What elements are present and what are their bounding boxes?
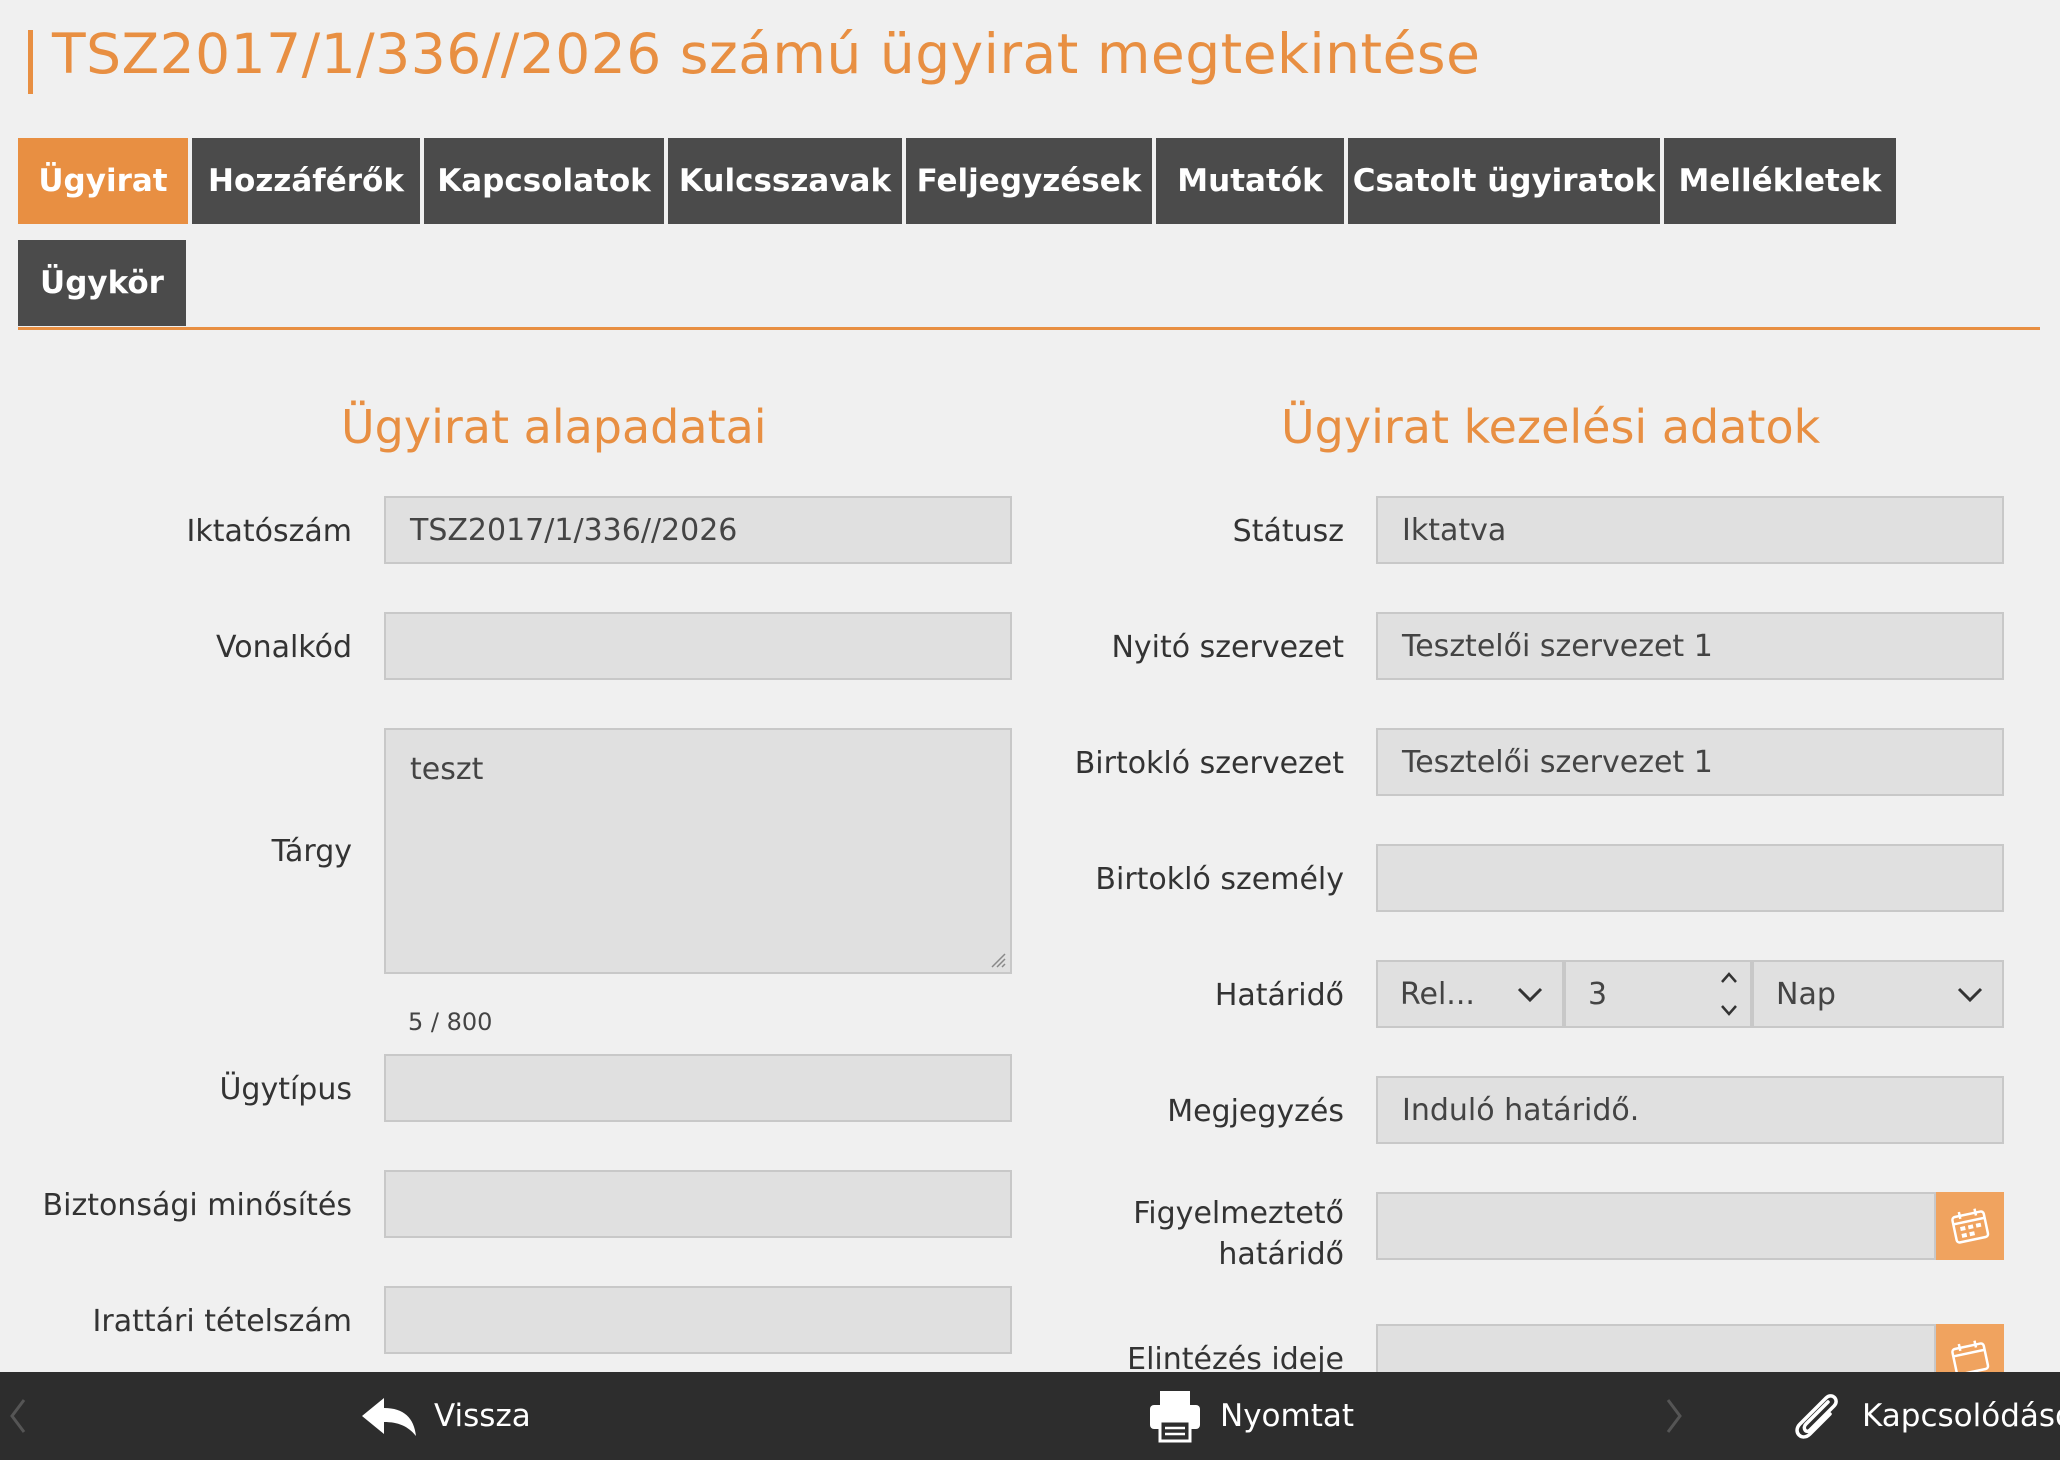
label-hatarido: Határidő bbox=[1214, 978, 1344, 1013]
megjegyzes-field[interactable]: Induló határidő. bbox=[1376, 1076, 2004, 1144]
figyelmezteto-hatarido-field[interactable] bbox=[1376, 1192, 1936, 1260]
tab-hozzaferok[interactable]: Hozzáférők bbox=[192, 138, 420, 224]
related-items-label: Kapcsolódások bbox=[1862, 1398, 2060, 1434]
scroll-right-arrow-icon[interactable] bbox=[1662, 1394, 1686, 1438]
biztonsagi-minosites-field[interactable] bbox=[384, 1170, 1012, 1238]
targy-value: teszt bbox=[410, 752, 484, 787]
hatarido-number-input[interactable]: 3 bbox=[1564, 960, 1752, 1028]
title-accent-bar bbox=[28, 30, 33, 94]
irattari-tetelszam-field[interactable] bbox=[384, 1286, 1012, 1354]
related-items-button[interactable]: Kapcsolódások bbox=[1790, 1372, 2060, 1460]
label-figyelmezteto-hatarido-line2: határidő bbox=[1218, 1237, 1344, 1272]
back-label: Vissza bbox=[434, 1398, 531, 1434]
label-irattari-tetelszam: Irattári tételszám bbox=[92, 1304, 352, 1339]
label-nyito-szervezet: Nyitó szervezet bbox=[1111, 630, 1344, 665]
resize-handle-icon[interactable] bbox=[988, 950, 1006, 968]
hatarido-unit-value: Nap bbox=[1776, 976, 1836, 1012]
chevron-down-icon bbox=[1957, 987, 1983, 1003]
ugytipus-field[interactable] bbox=[384, 1054, 1012, 1122]
label-figyelmezteto-hatarido-line1: Figyelmeztető bbox=[1133, 1196, 1344, 1231]
birtoklo-szervezet-field[interactable]: Tesztelői szervezet 1 bbox=[1376, 728, 2004, 796]
chevron-down-icon bbox=[1517, 987, 1543, 1003]
targy-char-counter: 5 / 800 bbox=[408, 1008, 493, 1036]
tab-mutatok[interactable]: Mutatók bbox=[1156, 138, 1344, 224]
calendar-button[interactable] bbox=[1936, 1192, 2004, 1260]
birtoklo-szemely-field[interactable] bbox=[1376, 844, 2004, 912]
print-button[interactable]: Nyomtat bbox=[1146, 1372, 1354, 1460]
hatarido-unit-select[interactable]: Nap bbox=[1752, 960, 2004, 1028]
spinner-arrows-icon[interactable] bbox=[1718, 968, 1740, 1020]
scroll-left-arrow-icon[interactable] bbox=[6, 1394, 30, 1438]
tab-csatolt-ugyiratok[interactable]: Csatolt ügyiratok bbox=[1348, 138, 1660, 224]
nyito-szervezet-field[interactable]: Tesztelői szervezet 1 bbox=[1376, 612, 2004, 680]
vonalkod-field[interactable] bbox=[384, 612, 1012, 680]
back-arrow-icon bbox=[362, 1398, 416, 1436]
tab-ugyirat[interactable]: Ügyirat bbox=[18, 138, 188, 224]
label-biztonsagi-minosites: Biztonsági minősítés bbox=[42, 1188, 352, 1223]
tab-kapcsolatok[interactable]: Kapcsolatok bbox=[424, 138, 664, 224]
label-ugytipus: Ügytípus bbox=[219, 1072, 352, 1107]
label-statusz: Státusz bbox=[1232, 514, 1344, 549]
tab-mellekletek[interactable]: Mellékletek bbox=[1664, 138, 1896, 224]
label-vonalkod: Vonalkód bbox=[216, 630, 352, 665]
section-title-kezelesi-adatok: Ügyirat kezelési adatok bbox=[1281, 400, 1821, 454]
hatarido-type-value: Rel... bbox=[1400, 976, 1475, 1012]
statusz-field[interactable]: Iktatva bbox=[1376, 496, 2004, 564]
printer-icon bbox=[1150, 1391, 1200, 1443]
hatarido-type-select[interactable]: Rel... bbox=[1376, 960, 1564, 1028]
back-button[interactable]: Vissza bbox=[360, 1372, 531, 1460]
tab-underline bbox=[18, 327, 2040, 330]
iktatoszam-field[interactable]: TSZ2017/1/336//2026 bbox=[384, 496, 1012, 564]
tab-ugykor[interactable]: Ügykör bbox=[18, 240, 186, 326]
label-megjegyzes: Megjegyzés bbox=[1167, 1094, 1344, 1129]
print-label: Nyomtat bbox=[1220, 1398, 1355, 1434]
targy-textarea[interactable]: teszt bbox=[384, 728, 1012, 974]
label-targy: Tárgy bbox=[271, 834, 352, 869]
label-birtoklo-szervezet: Birtokló szervezet bbox=[1074, 746, 1344, 781]
label-iktatoszam: Iktatószám bbox=[186, 514, 352, 549]
page-title: TSZ2017/1/336//2026 számú ügyirat megtek… bbox=[52, 22, 1481, 86]
hatarido-number-value: 3 bbox=[1588, 976, 1608, 1012]
label-birtoklo-szemely: Birtokló személy bbox=[1095, 862, 1344, 897]
section-title-alapadatai: Ügyirat alapadatai bbox=[341, 400, 767, 454]
paperclip-icon bbox=[1795, 1394, 1838, 1439]
tab-kulcsszavak[interactable]: Kulcsszavak bbox=[668, 138, 902, 224]
calendar-icon bbox=[1951, 1208, 1990, 1244]
tab-feljegyzesek[interactable]: Feljegyzések bbox=[906, 138, 1152, 224]
bottom-action-bar: Vissza Nyomtat Kapcsolódások bbox=[0, 1372, 2060, 1460]
